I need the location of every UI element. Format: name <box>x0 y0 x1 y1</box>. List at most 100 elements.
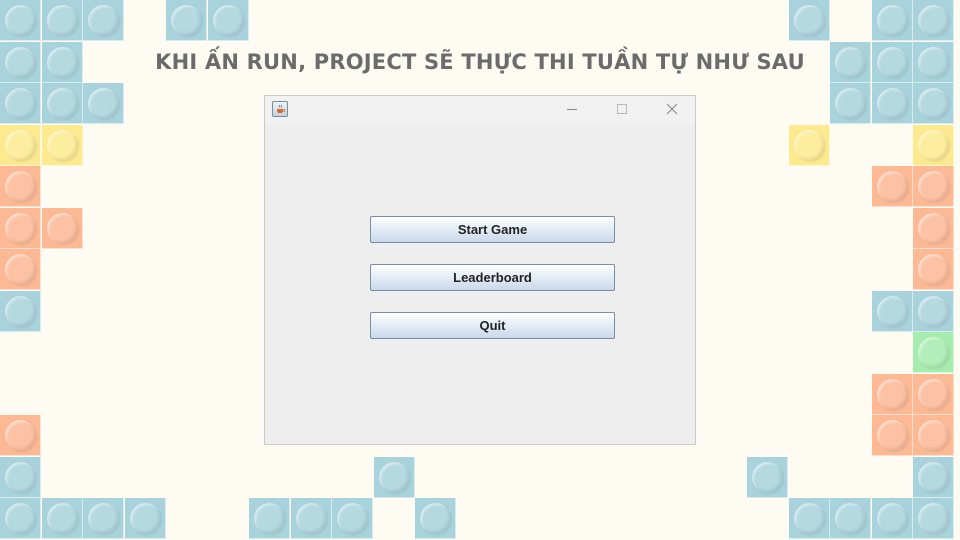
lego-stud <box>918 337 949 368</box>
lego-brick <box>0 415 41 456</box>
lego-stud <box>420 503 451 534</box>
lego-stud <box>88 88 119 119</box>
lego-brick <box>913 83 954 124</box>
lego-brick <box>0 291 41 332</box>
lego-brick <box>830 83 871 124</box>
lego-brick <box>0 208 41 249</box>
lego-stud <box>918 379 949 410</box>
start-game-button[interactable]: Start Game <box>370 216 615 243</box>
lego-brick <box>0 166 41 207</box>
lego-brick <box>872 83 913 124</box>
lego-brick <box>872 415 913 456</box>
lego-stud <box>5 5 36 36</box>
lego-brick <box>332 498 373 539</box>
lego-brick <box>913 208 954 249</box>
lego-brick <box>789 0 830 41</box>
lego-stud <box>752 462 783 493</box>
lego-stud <box>5 420 36 451</box>
lego-stud <box>918 88 949 119</box>
lego-stud <box>47 503 78 534</box>
lego-brick <box>913 166 954 207</box>
lego-stud <box>254 503 285 534</box>
lego-stud <box>877 379 908 410</box>
lego-stud <box>379 462 410 493</box>
lego-stud <box>877 88 908 119</box>
lego-stud <box>130 503 161 534</box>
lego-brick <box>913 415 954 456</box>
lego-brick <box>83 83 124 124</box>
lego-brick <box>42 208 83 249</box>
lego-stud <box>877 5 908 36</box>
lego-stud <box>5 213 36 244</box>
lego-stud <box>47 213 78 244</box>
lego-brick <box>872 0 913 41</box>
lego-stud <box>5 462 36 493</box>
lego-stud <box>877 420 908 451</box>
lego-brick <box>0 0 41 41</box>
lego-stud <box>918 254 949 285</box>
lego-brick <box>913 332 954 373</box>
lego-stud <box>88 503 119 534</box>
lego-brick <box>0 83 41 124</box>
lego-stud <box>296 503 327 534</box>
lego-stud <box>337 503 368 534</box>
lego-brick <box>913 0 954 41</box>
lego-brick <box>872 166 913 207</box>
lego-stud <box>918 5 949 36</box>
lego-brick <box>208 0 249 41</box>
lego-stud <box>918 420 949 451</box>
lego-stud <box>794 130 825 161</box>
lego-brick <box>83 498 124 539</box>
lego-stud <box>171 5 202 36</box>
slide-heading: KHI ẤN RUN, PROJECT SẼ THỰC THI TUẦN TỰ … <box>155 50 805 74</box>
lego-stud <box>918 171 949 202</box>
lego-brick <box>415 498 456 539</box>
lego-stud <box>213 5 244 36</box>
lego-stud <box>5 254 36 285</box>
lego-brick <box>42 498 83 539</box>
lego-stud <box>918 213 949 244</box>
lego-brick <box>125 498 166 539</box>
lego-stud <box>877 171 908 202</box>
lego-brick <box>747 457 788 498</box>
lego-stud <box>835 88 866 119</box>
lego-stud <box>877 503 908 534</box>
lego-brick <box>0 457 41 498</box>
lego-brick <box>42 83 83 124</box>
lego-stud <box>794 503 825 534</box>
lego-brick <box>830 498 871 539</box>
quit-button[interactable]: Quit <box>370 312 615 339</box>
leaderboard-button[interactable]: Leaderboard <box>370 264 615 291</box>
maximize-icon[interactable] <box>610 100 634 118</box>
lego-brick <box>0 249 41 290</box>
lego-brick <box>913 457 954 498</box>
lego-brick <box>789 125 830 166</box>
lego-stud <box>5 296 36 327</box>
lego-brick <box>291 498 332 539</box>
lego-stud <box>918 462 949 493</box>
lego-brick <box>872 374 913 415</box>
window-titlebar[interactable] <box>265 96 695 124</box>
lego-stud <box>5 88 36 119</box>
minimize-icon[interactable] <box>560 100 584 118</box>
lego-brick <box>913 374 954 415</box>
lego-stud <box>5 171 36 202</box>
lego-brick <box>42 125 83 166</box>
lego-stud <box>5 130 36 161</box>
app-window: Start Game Leaderboard Quit <box>264 95 696 445</box>
close-icon[interactable] <box>660 100 684 118</box>
java-coffee-icon[interactable] <box>272 101 288 117</box>
lego-brick <box>374 457 415 498</box>
lego-stud <box>794 5 825 36</box>
lego-stud <box>47 5 78 36</box>
lego-brick <box>0 125 41 166</box>
lego-stud <box>47 88 78 119</box>
lego-brick <box>872 498 913 539</box>
lego-brick <box>872 291 913 332</box>
lego-stud <box>877 296 908 327</box>
lego-stud <box>47 130 78 161</box>
lego-stud <box>88 5 119 36</box>
lego-stud <box>918 130 949 161</box>
lego-brick <box>913 291 954 332</box>
lego-brick <box>913 249 954 290</box>
